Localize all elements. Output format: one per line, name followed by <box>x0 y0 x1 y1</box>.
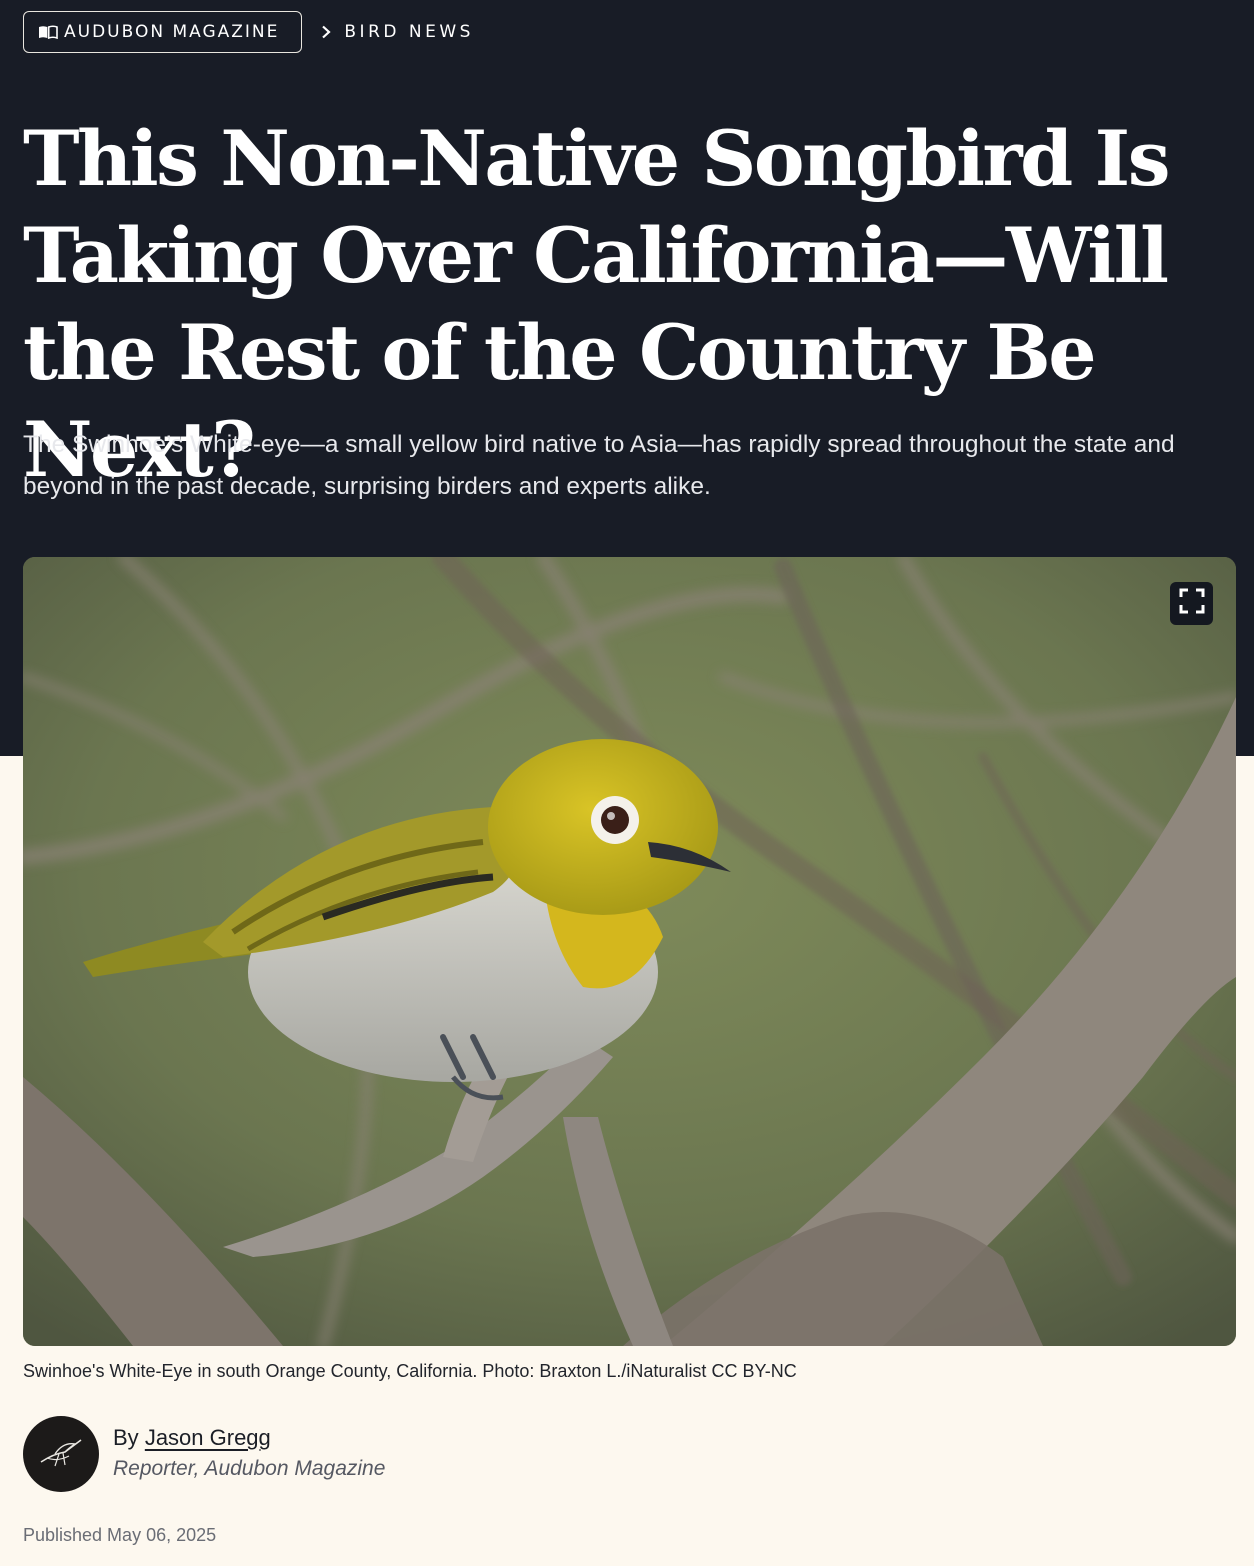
hero-image <box>23 557 1236 1346</box>
heron-logo-icon <box>35 1432 87 1477</box>
byline-prefix: By <box>113 1425 139 1450</box>
breadcrumb: AUDUBON MAGAZINE BIRD NEWS <box>23 11 474 53</box>
breadcrumb-audubon-magazine[interactable]: AUDUBON MAGAZINE <box>23 11 303 53</box>
fullscreen-icon <box>1179 588 1205 619</box>
author-name-link[interactable]: Jason Gregg <box>145 1425 271 1450</box>
breadcrumb-section-label: AUDUBON MAGAZINE <box>64 22 280 42</box>
author-avatar[interactable] <box>23 1416 99 1492</box>
expand-image-button[interactable] <box>1170 582 1213 625</box>
chevron-right-icon <box>320 25 332 39</box>
bird-photo <box>23 557 1236 1346</box>
open-book-icon <box>38 25 58 39</box>
article-dek: The Swinhoe’s White-eye—a small yellow b… <box>23 431 1175 500</box>
image-caption: Swinhoe's White-Eye in south Orange Coun… <box>23 1361 797 1381</box>
author-byline: By Jason Gregg Reporter, Audubon Magazin… <box>23 1416 385 1492</box>
breadcrumb-bird-news[interactable]: BIRD NEWS <box>344 22 474 42</box>
publish-date: Published May 06, 2025 <box>23 1525 217 1545</box>
author-role: Reporter, Audubon Magazine <box>113 1457 386 1480</box>
